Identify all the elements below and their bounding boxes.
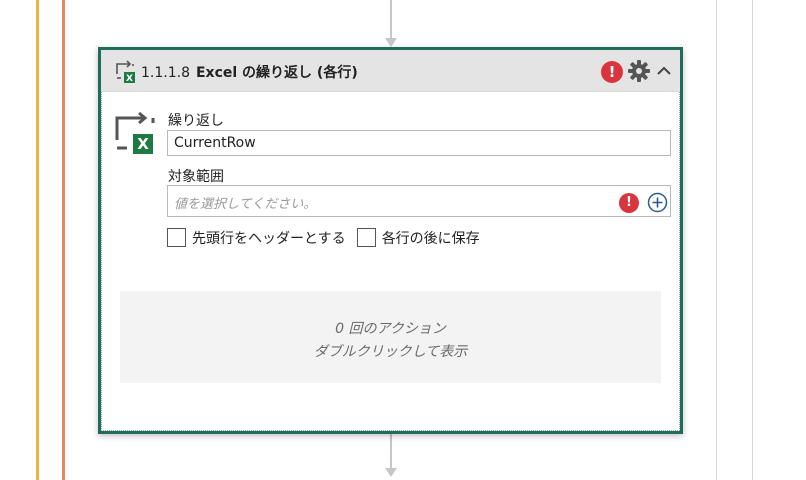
- header-row-option[interactable]: 先頭行をヘッダーとする: [167, 227, 346, 248]
- range-placeholder: 値を選択してください。: [174, 197, 317, 212]
- save-after-row-option[interactable]: 各行の後に保存: [356, 227, 480, 248]
- svg-text:X: X: [126, 74, 133, 84]
- excel-loop-icon: X: [115, 111, 155, 154]
- child-actions-drop-zone[interactable]: 0 回のアクション ダブルクリックして表示: [120, 291, 661, 383]
- panel-divider: [752, 0, 753, 480]
- header-row-label: 先頭行をヘッダーとする: [192, 230, 346, 247]
- loop-label: 繰り返し: [168, 113, 224, 129]
- excel-for-each-row-activity[interactable]: X 1.1.1.8 Excel の繰り返し (各行) ! X 繰り返し Curr…: [98, 47, 683, 434]
- activity-number: 1.1.1.8: [141, 65, 190, 81]
- double-click-hint: ダブルクリックして表示: [313, 344, 468, 360]
- error-icon[interactable]: !: [601, 61, 623, 83]
- panel-divider: [716, 0, 717, 480]
- error-icon[interactable]: !: [619, 193, 639, 213]
- add-circle-icon[interactable]: [647, 192, 668, 213]
- connector-arrow-icon: [385, 38, 397, 47]
- designer-canvas: X 1.1.1.8 Excel の繰り返し (各行) ! X 繰り返し Curr…: [0, 0, 806, 480]
- action-count-text: 0 回のアクション: [335, 321, 446, 337]
- gear-icon[interactable]: [627, 59, 651, 83]
- svg-text:X: X: [137, 135, 149, 153]
- excel-loop-icon: X: [116, 60, 135, 84]
- activity-header[interactable]: X 1.1.1.8 Excel の繰り返し (各行) !: [101, 50, 680, 92]
- save-after-row-checkbox[interactable]: [356, 228, 376, 247]
- header-row-checkbox[interactable]: [167, 228, 186, 247]
- activity-name: Excel の繰り返し (各行): [195, 65, 358, 81]
- options-row: 先頭行をヘッダーとする 各行の後に保存: [167, 227, 486, 249]
- scope-line-inner: [62, 0, 65, 480]
- save-after-row-label: 各行の後に保存: [381, 230, 480, 247]
- loop-variable-input[interactable]: CurrentRow: [167, 130, 671, 156]
- connector-arrow-icon: [385, 468, 397, 477]
- scope-line-outer: [36, 0, 39, 480]
- range-input[interactable]: 値を選択してください。: [167, 185, 671, 217]
- range-label: 対象範囲: [168, 169, 224, 185]
- activity-title: 1.1.1.8 Excel の繰り返し (各行): [141, 62, 358, 82]
- connector-line: [390, 434, 392, 470]
- chevron-up-icon[interactable]: [655, 62, 673, 80]
- connector-line: [390, 0, 392, 38]
